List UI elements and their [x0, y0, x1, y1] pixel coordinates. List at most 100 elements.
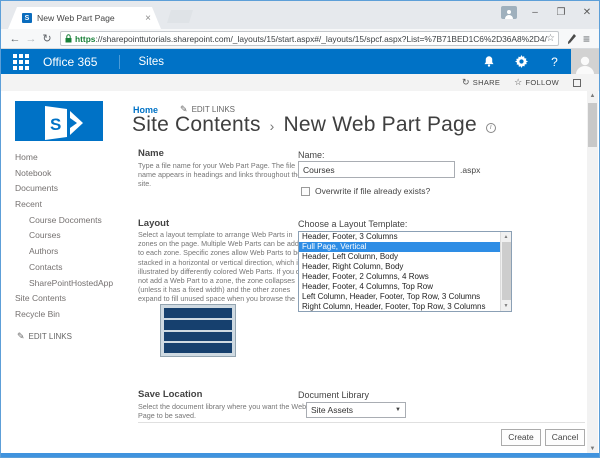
layout-option[interactable]: Header, Footer, 3 Columns [299, 232, 501, 242]
layout-template-listbox[interactable]: Header, Footer, 3 Columns Full Page, Ver… [298, 231, 512, 312]
bookmark-star-icon[interactable]: ☆ [546, 33, 555, 44]
follow-button[interactable]: ☆ FOLLOW [514, 77, 559, 88]
listbox-scrollbar[interactable]: ▲ ▼ [500, 232, 511, 311]
title-new-web-part-page: New Web Part Page [284, 113, 477, 137]
tab-close-icon[interactable]: × [145, 13, 151, 24]
preview-zone [164, 343, 232, 353]
page-scrollbar[interactable]: ▲ ▼ [587, 91, 598, 454]
info-icon[interactable]: i [486, 123, 496, 133]
pencil-icon: ✎ [17, 331, 25, 342]
maximize-button[interactable]: ❐ [553, 7, 569, 18]
layout-option[interactable]: Header, Left Column, Body [299, 252, 501, 262]
save-location-label: Save Location [138, 389, 202, 400]
layout-chooser-label: Choose a Layout Template: [298, 219, 407, 229]
suite-bar: Office 365 Sites ? [1, 49, 599, 74]
user-avatar[interactable] [571, 49, 599, 74]
form-divider [138, 422, 585, 423]
scrollbar-thumb[interactable] [502, 242, 511, 300]
sidebar-item-course-docoments[interactable]: Course Docoments [15, 213, 130, 229]
url-rest: ://sharepointtutorials.sharepoint.com/_l… [95, 34, 546, 44]
chrome-profile-icon[interactable] [501, 6, 517, 19]
minimize-button[interactable]: – [527, 7, 543, 18]
sidebar-item-contacts[interactable]: Contacts [15, 260, 130, 276]
sidebar-item-notebook[interactable]: Notebook [15, 166, 130, 182]
follow-label: FOLLOW [526, 78, 559, 87]
sidebar-item-documents[interactable]: Documents [15, 181, 130, 197]
title-site-contents[interactable]: Site Contents [132, 113, 261, 137]
sharepoint-favicon-icon: S [22, 13, 32, 23]
office365-brand[interactable]: Office 365 [43, 55, 97, 69]
scroll-down-icon[interactable]: ▼ [501, 303, 511, 309]
browser-tab[interactable]: S New Web Part Page × [8, 7, 161, 29]
layout-option[interactable]: Left Column, Header, Footer, Top Row, 3 … [299, 292, 501, 302]
scrollbar-thumb[interactable] [588, 103, 597, 147]
save-location-description: Select the document library where you wa… [138, 402, 323, 420]
name-section-description: Type a file name for your Web Part Page.… [138, 161, 310, 189]
aspx-extension: .aspx [460, 165, 480, 175]
layout-option[interactable]: Header, Footer, 2 Columns, 4 Rows [299, 272, 501, 282]
cancel-button[interactable]: Cancel [545, 429, 585, 446]
back-icon[interactable]: ← [7, 33, 23, 45]
sites-link[interactable]: Sites [138, 56, 164, 68]
focus-mode-button[interactable] [573, 79, 581, 87]
focus-icon [573, 79, 581, 87]
browser-navbar: ← → ↻ https://sharepointtutorials.sharep… [1, 29, 599, 49]
layout-section-label: Layout [138, 218, 169, 229]
name-section-label: Name [138, 148, 164, 159]
sidebar-item-recycle-bin[interactable]: Recycle Bin [15, 307, 130, 323]
scroll-up-icon[interactable]: ▲ [587, 93, 598, 99]
layout-option[interactable]: Header, Footer, 4 Columns, Top Row [299, 282, 501, 292]
menu-icon[interactable]: ≡ [583, 32, 590, 46]
close-button[interactable]: ✕ [579, 7, 595, 18]
create-button[interactable]: Create [501, 429, 541, 446]
name-input[interactable] [298, 161, 455, 178]
preview-zone [164, 332, 232, 342]
url-scheme: https [75, 34, 95, 44]
left-navigation: Home Notebook Documents Recent Course Do… [15, 150, 130, 323]
overwrite-label: Overwrite if file already exists? [315, 186, 430, 196]
name-field-label: Name: [298, 150, 325, 160]
app-launcher-icon[interactable] [13, 54, 29, 70]
sidebar-item-site-contents[interactable]: Site Contents [15, 291, 130, 307]
layout-option-selected[interactable]: Full Page, Vertical [299, 242, 501, 252]
window-controls: – ❐ ✕ [501, 3, 595, 21]
share-button[interactable]: ↻ SHARE [462, 77, 500, 88]
share-label: SHARE [473, 78, 500, 87]
sidebar-item-home[interactable]: Home [15, 150, 130, 166]
sidebar-item-authors[interactable]: Authors [15, 244, 130, 260]
settings-gear-icon[interactable] [505, 49, 538, 74]
document-library-select[interactable]: Site Assets ▼ [306, 402, 406, 418]
edit-links-sidebar[interactable]: ✎ EDIT LINKS [17, 331, 72, 342]
https-lock-icon [65, 34, 72, 43]
ribbon-strip: ↻ SHARE ☆ FOLLOW [1, 74, 599, 91]
scroll-up-icon[interactable]: ▲ [501, 234, 511, 240]
tab-title: New Web Part Page [37, 13, 141, 23]
svg-text:S: S [50, 115, 61, 134]
new-tab-button[interactable] [167, 10, 193, 23]
browser-titlebar: S New Web Part Page × – ❐ ✕ [1, 1, 599, 29]
edit-links-label: EDIT LINKS [29, 332, 72, 341]
sidebar-item-recent[interactable]: Recent [15, 197, 130, 213]
help-icon[interactable]: ? [538, 49, 571, 74]
forward-icon[interactable]: → [23, 33, 39, 45]
follow-star-icon: ☆ [514, 77, 522, 88]
layout-option[interactable]: Right Column, Header, Footer, Top Row, 3… [299, 302, 501, 312]
sidebar-item-sharepointhostedapp[interactable]: SharePointHostedApp [15, 276, 130, 292]
document-library-label: Document Library [298, 390, 369, 400]
browser-window: S New Web Part Page × – ❐ ✕ ← → ↻ https:… [0, 0, 600, 458]
breadcrumb-chevron-icon: › [270, 116, 275, 134]
page-title: Site Contents › New Web Part Page i [132, 113, 496, 137]
overwrite-row: Overwrite if file already exists? [301, 186, 430, 196]
extension-icon[interactable] [566, 33, 578, 45]
share-icon: ↻ [462, 77, 470, 88]
url-bar[interactable]: https://sharepointtutorials.sharepoint.c… [60, 31, 559, 46]
overwrite-checkbox[interactable] [301, 187, 310, 196]
reload-icon[interactable]: ↻ [39, 32, 55, 45]
person-icon [504, 9, 514, 19]
scroll-down-icon[interactable]: ▼ [587, 446, 598, 452]
sidebar-item-courses[interactable]: Courses [15, 228, 130, 244]
notifications-bell-icon[interactable] [472, 49, 505, 74]
dropdown-arrow-icon: ▼ [395, 407, 405, 413]
layout-option[interactable]: Header, Right Column, Body [299, 262, 501, 272]
layout-preview-thumbnail [160, 304, 236, 357]
